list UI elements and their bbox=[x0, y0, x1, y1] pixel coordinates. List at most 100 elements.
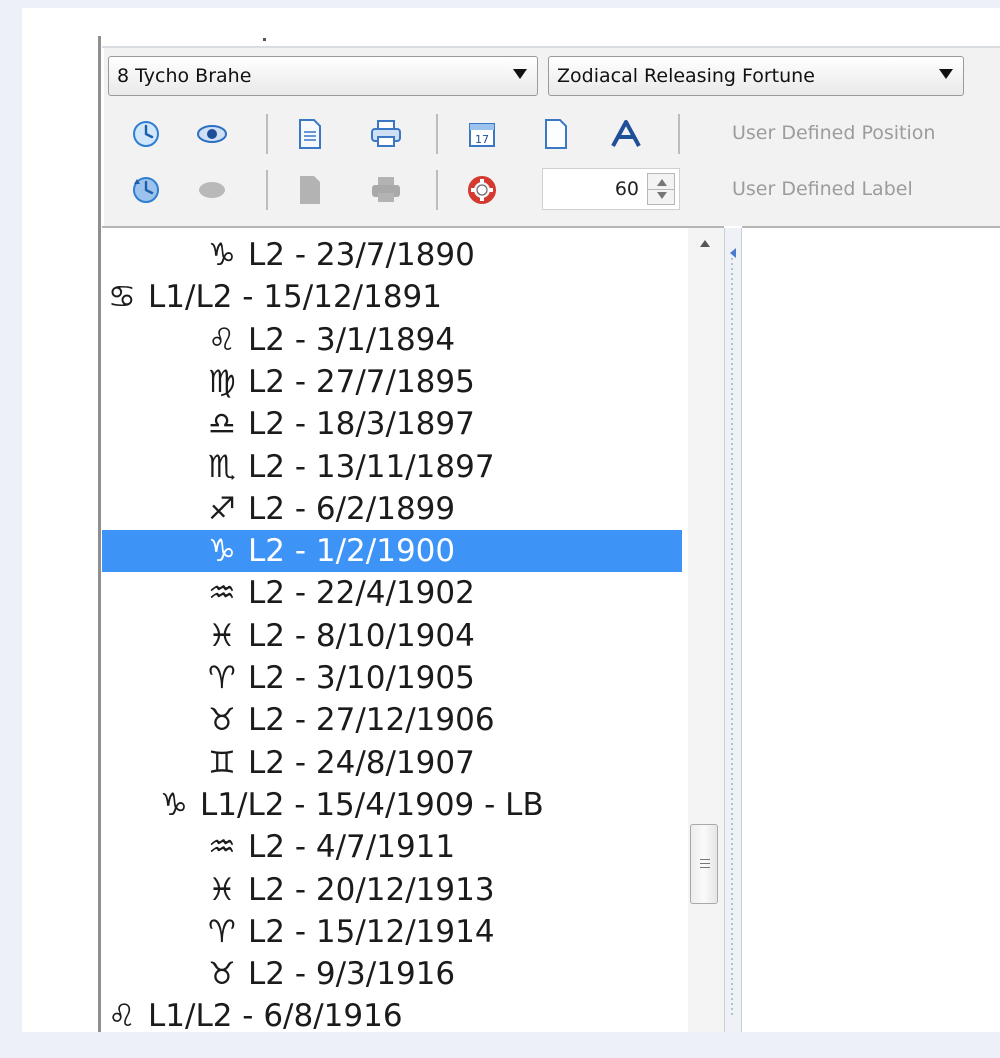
list-item-label: L1/L2 - 15/4/1909 - LB bbox=[200, 786, 544, 823]
zodiac-sign-icon: ♋ bbox=[108, 279, 136, 316]
zodiac-sign-icon: ♓ bbox=[208, 871, 236, 908]
splitter-grip bbox=[731, 258, 733, 1018]
list-item[interactable]: ♋ L1/L2 - 15/12/1891 bbox=[102, 276, 682, 318]
toolbar-separator bbox=[266, 114, 268, 154]
svg-text:17: 17 bbox=[475, 133, 489, 146]
stepper-divider bbox=[648, 189, 674, 190]
list-item[interactable]: ♈ L2 - 15/12/1914 bbox=[102, 911, 682, 953]
scroll-up-arrow-icon[interactable] bbox=[700, 240, 710, 247]
zodiac-sign-icon: ♏ bbox=[208, 448, 236, 485]
collapse-arrow-icon[interactable] bbox=[730, 248, 736, 258]
stepper-value: 60 bbox=[614, 178, 639, 200]
zodiac-sign-icon: ♑ bbox=[160, 786, 188, 823]
user-defined-label[interactable]: User Defined Label bbox=[732, 178, 913, 200]
list-item-label: L2 - 15/12/1914 bbox=[248, 913, 495, 950]
zodiac-sign-icon: ♌ bbox=[208, 321, 236, 358]
toolbar-separator bbox=[436, 170, 438, 210]
font-icon[interactable] bbox=[606, 114, 646, 154]
list-item[interactable]: ♏ L2 - 13/11/1897 bbox=[102, 446, 682, 488]
vertical-scrollbar[interactable] bbox=[688, 228, 724, 1032]
zodiac-sign-icon: ♎ bbox=[208, 406, 236, 443]
pane-splitter[interactable] bbox=[724, 228, 742, 1032]
list-item-label: L2 - 27/7/1895 bbox=[248, 363, 475, 400]
list-item-label: L2 - 27/12/1906 bbox=[248, 702, 495, 739]
chevron-up-icon[interactable] bbox=[657, 179, 667, 186]
chart-select-value: 8 Tycho Brahe bbox=[117, 65, 252, 87]
grip-line bbox=[700, 867, 710, 868]
list-item[interactable]: ♌ L2 - 3/1/1894 bbox=[102, 319, 682, 361]
user-defined-position[interactable]: User Defined Position bbox=[732, 122, 935, 144]
list-item-label: L2 - 6/2/1899 bbox=[248, 490, 456, 527]
list-item-label: L2 - 20/12/1913 bbox=[248, 871, 495, 908]
list-item[interactable]: ♊ L2 - 24/8/1907 bbox=[102, 742, 682, 784]
eye-disabled-icon bbox=[192, 170, 232, 210]
list-item-label: L2 - 8/10/1904 bbox=[248, 617, 475, 654]
list-item-label: L1/L2 - 6/8/1916 bbox=[148, 998, 403, 1032]
list-item[interactable]: ♈ L2 - 3/10/1905 bbox=[102, 657, 682, 699]
list-item[interactable]: ♒ L2 - 22/4/1902 bbox=[102, 572, 682, 614]
list-item[interactable]: ♐ L2 - 6/2/1899 bbox=[102, 488, 682, 530]
clock-arrow-icon[interactable] bbox=[126, 170, 166, 210]
list-item[interactable]: ♒ L2 - 4/7/1911 bbox=[102, 826, 682, 868]
list-item[interactable]: ♍ L2 - 27/7/1895 bbox=[102, 361, 682, 403]
zodiac-sign-icon: ♍ bbox=[208, 363, 236, 400]
toolbar-separator bbox=[266, 170, 268, 210]
releasing-panel: 8 Tycho Brahe Zodiacal Releasing Fortune… bbox=[22, 8, 1000, 1032]
list-item-selected[interactable]: ♑ L2 - 1/2/1900 bbox=[102, 530, 682, 573]
chevron-down-icon bbox=[513, 69, 527, 79]
zodiac-sign-icon: ♌ bbox=[108, 998, 136, 1032]
list-item[interactable]: ♉ L2 - 9/3/1916 bbox=[102, 953, 682, 995]
zodiac-sign-icon: ♓ bbox=[208, 617, 236, 654]
releasing-periods-list[interactable]: ♑ L2 - 23/7/1890 ♋ L1/L2 - 15/12/1891 ♌ L2 - … bbox=[102, 226, 724, 1032]
zodiac-sign-icon: ♒ bbox=[208, 829, 236, 866]
grip-line bbox=[700, 859, 710, 860]
list-item-label: L2 - 3/10/1905 bbox=[248, 660, 475, 696]
eye-icon[interactable] bbox=[192, 114, 232, 154]
zodiac-sign-icon: ♉ bbox=[208, 956, 236, 993]
technique-select-value: Zodiacal Releasing Fortune bbox=[557, 65, 815, 87]
list-item[interactable]: ♌ L1/L2 - 6/8/1916 bbox=[102, 995, 682, 1032]
zodiac-sign-icon: ♐ bbox=[208, 490, 236, 527]
document-disabled-icon bbox=[290, 170, 330, 210]
list-item-label: L2 - 9/3/1916 bbox=[248, 956, 456, 993]
detail-pane bbox=[742, 226, 1000, 1032]
list-item-label: L2 - 18/3/1897 bbox=[248, 406, 475, 443]
list-item[interactable]: ♓ L2 - 8/10/1904 bbox=[102, 615, 682, 657]
zodiac-sign-icon: ♑ bbox=[208, 533, 236, 570]
calendar-icon[interactable]: 17 bbox=[462, 114, 502, 154]
list-item-label: L2 - 23/7/1890 bbox=[248, 237, 475, 273]
list-item[interactable]: ♑ L2 - 23/7/1890 bbox=[102, 234, 682, 276]
chevron-down-icon bbox=[939, 69, 953, 79]
scrollbar-thumb[interactable] bbox=[690, 824, 718, 904]
chart-select[interactable]: 8 Tycho Brahe bbox=[108, 56, 538, 96]
zodiac-sign-icon: ♑ bbox=[208, 237, 236, 273]
list-item-label: L2 - 4/7/1911 bbox=[248, 829, 456, 866]
clock-icon[interactable] bbox=[126, 114, 166, 154]
list-item[interactable]: ♎ L2 - 18/3/1897 bbox=[102, 403, 682, 445]
chevron-down-icon[interactable] bbox=[657, 192, 667, 199]
zodiac-sign-icon: ♒ bbox=[208, 575, 236, 612]
list-item[interactable]: ♑ L1/L2 - 15/4/1909 - LB bbox=[102, 784, 682, 826]
zodiac-sign-icon: ♈ bbox=[208, 660, 236, 696]
toolbar-separator bbox=[678, 114, 680, 154]
list-item-label: L2 - 13/11/1897 bbox=[248, 448, 495, 485]
printer-disabled-icon bbox=[366, 170, 406, 210]
list-item-label: L2 - 24/8/1907 bbox=[248, 744, 475, 781]
list-item[interactable]: ♓ L2 - 20/12/1913 bbox=[102, 869, 682, 911]
lifebuoy-icon[interactable] bbox=[462, 170, 502, 210]
blank-page-icon[interactable] bbox=[536, 114, 576, 154]
quantity-stepper[interactable]: 60 bbox=[542, 168, 680, 210]
list-item-label: L2 - 1/2/1900 bbox=[248, 533, 456, 570]
document-icon[interactable] bbox=[290, 114, 330, 154]
stepper-buttons[interactable] bbox=[647, 173, 675, 205]
printer-icon[interactable] bbox=[366, 114, 406, 154]
zodiac-sign-icon: ♈ bbox=[208, 913, 236, 950]
list-item[interactable]: ♉ L2 - 27/12/1906 bbox=[102, 699, 682, 741]
list-item-label: L1/L2 - 15/12/1891 bbox=[148, 279, 443, 316]
zodiac-sign-icon: ♉ bbox=[208, 702, 236, 739]
list-item-label: L2 - 22/4/1902 bbox=[248, 575, 475, 612]
window-left-border bbox=[98, 36, 101, 1032]
toolbar-separator bbox=[436, 114, 438, 154]
list-item-label: L2 - 3/1/1894 bbox=[248, 321, 456, 358]
technique-select[interactable]: Zodiacal Releasing Fortune bbox=[548, 56, 964, 96]
